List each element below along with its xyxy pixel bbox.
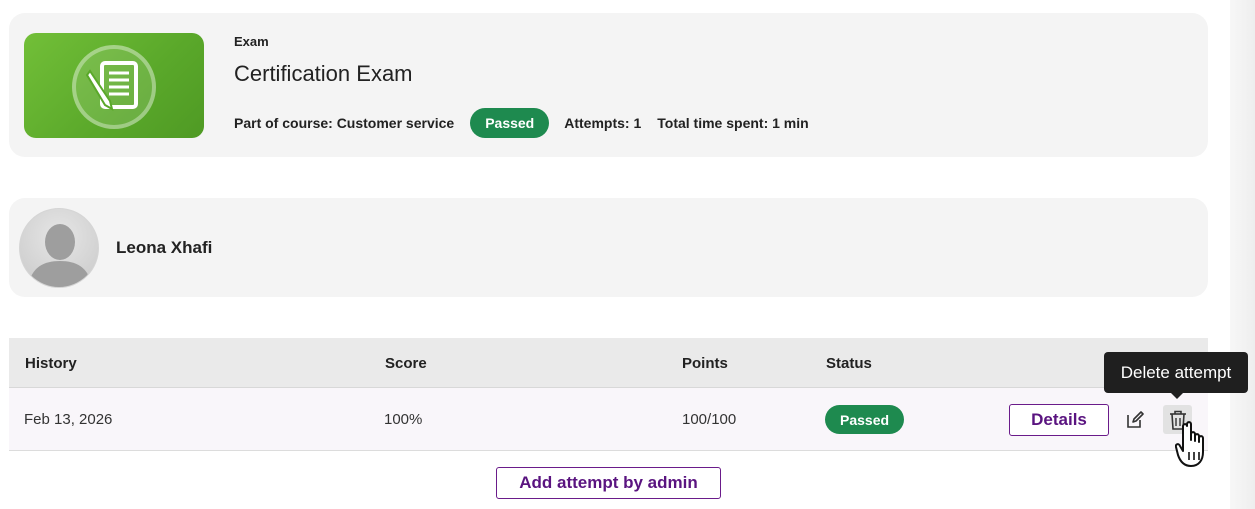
page-scrollbar-area[interactable] [1230,0,1255,509]
attempt-score: 100% [384,411,423,428]
details-button[interactable]: Details [1009,404,1109,436]
edit-icon [1126,410,1144,428]
edit-attempt-button[interactable] [1120,405,1149,434]
total-time-spent: Total time spent: 1 min [657,115,809,131]
delete-attempt-tooltip: Delete attempt [1104,352,1248,393]
column-header-points: Points [682,355,728,372]
column-header-history: History [25,355,77,372]
exam-title: Certification Exam [234,61,413,86]
attempts-count: Attempts: 1 [564,115,642,131]
user-name: Leona Xhafi [116,238,213,257]
attempt-date: Feb 13, 2026 [24,411,113,428]
table-row: Feb 13, 2026 100% 100/100 Passed Details [9,388,1208,451]
default-user-avatar-icon [28,224,92,287]
attempt-points: 100/100 [682,411,737,428]
column-header-status: Status [826,355,872,372]
add-attempt-by-admin-button[interactable]: Add attempt by admin [496,467,721,499]
table-header: History Score Points Status [9,338,1208,388]
exam-document-pen-icon [85,61,138,112]
column-header-score: Score [385,355,427,372]
exam-status-badge: Passed [470,108,550,138]
tooltip-arrow [1171,393,1183,399]
hand-pointer-cursor-icon [1175,421,1204,467]
history-table: History Score Points Status Feb 13, 2026… [9,338,1208,451]
avatar [19,208,99,288]
exam-summary-card: Exam Certification Exam Part of course: … [9,13,1208,157]
exam-meta: Part of course: Customer service Passed … [234,108,809,138]
exam-thumbnail [24,33,204,138]
attempt-status-badge: Passed [825,405,905,434]
exam-type-label: Exam [234,34,269,49]
user-card: Leona Xhafi [9,198,1208,297]
course-label: Part of course: Customer service [234,115,455,131]
